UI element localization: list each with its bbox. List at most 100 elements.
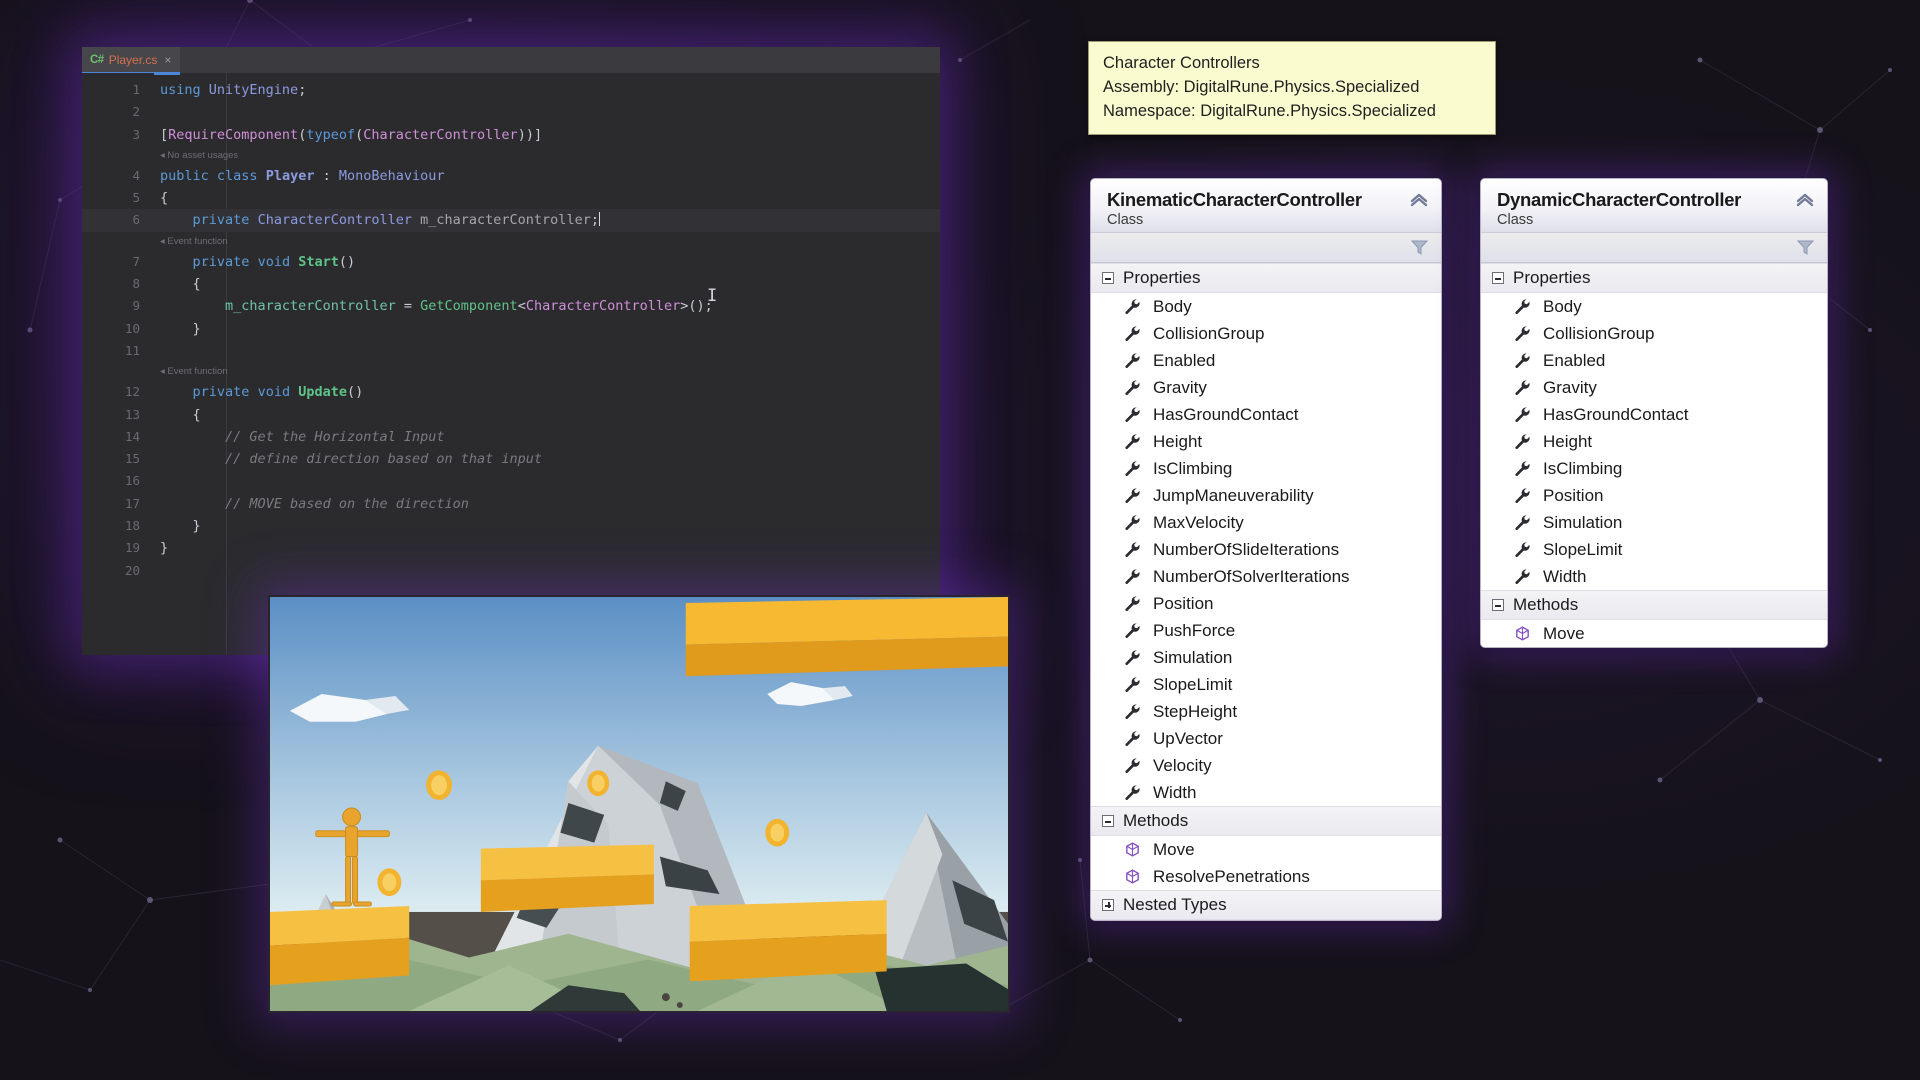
code-text: m_characterController = GetComponent<Cha… (225, 298, 713, 315)
filter-funnel-icon[interactable] (1796, 238, 1815, 262)
code-line: 7... private void Start() (82, 251, 940, 273)
list-item[interactable]: NumberOfSolverIterations (1091, 563, 1441, 590)
list-item[interactable]: SlopeLimit (1481, 536, 1827, 563)
member-label: UpVector (1153, 729, 1223, 748)
wrench-icon (1125, 785, 1140, 800)
list-item[interactable]: UpVector (1091, 725, 1441, 752)
panel-group-nested-types[interactable]: Nested Types (1091, 890, 1441, 920)
list-item[interactable]: Gravity (1481, 374, 1827, 401)
line-number: 19 (124, 540, 140, 556)
expand-icon[interactable] (1102, 899, 1114, 911)
list-item[interactable]: Move (1091, 836, 1441, 863)
collapse-icon[interactable] (1492, 599, 1504, 611)
wrench-icon (1515, 569, 1530, 584)
annotation-label: ◂ Event function (160, 235, 228, 247)
tooltip-line-namespace: Namespace: DigitalRune.Physics.Specializ… (1103, 102, 1436, 120)
list-item[interactable]: ResolvePenetrations (1091, 863, 1441, 890)
line-number: 2 (132, 104, 140, 120)
list-item[interactable]: Position (1481, 482, 1827, 509)
line-number: 7 (132, 253, 140, 269)
panel-group-properties[interactable]: Properties (1091, 263, 1441, 293)
wrench-icon (1125, 542, 1140, 557)
wrench-icon (1515, 488, 1530, 503)
unity-game-viewport[interactable] (268, 595, 1010, 1013)
member-label: Simulation (1543, 513, 1623, 532)
list-item[interactable]: Body (1481, 293, 1827, 320)
list-item[interactable]: Enabled (1481, 347, 1827, 374)
panel-toolbar (1481, 233, 1827, 263)
list-item[interactable]: IsClimbing (1091, 455, 1441, 482)
list-item[interactable]: HasGroundContact (1091, 401, 1441, 428)
list-item[interactable]: Velocity (1091, 752, 1441, 779)
editor-body[interactable]: 1 using UnityEngine; 2 3 [RequireComponent(t… (82, 73, 940, 655)
class-panel-dynamiccharactercontroller[interactable]: DynamicCharacterController Class Propertie… (1480, 178, 1828, 648)
list-item[interactable]: SlopeLimit (1091, 671, 1441, 698)
member-list: Move (1481, 620, 1827, 647)
member-label: Gravity (1153, 378, 1207, 397)
code-lines: 1 using UnityEngine; 2 3 [RequireComponent(t… (82, 79, 940, 582)
code-line: 1 using UnityEngine; (82, 79, 940, 101)
class-panel-kinematiccharactercontroller[interactable]: KinematicCharacterController Class Propert… (1090, 178, 1442, 921)
list-item[interactable]: IsClimbing (1481, 455, 1827, 482)
code-editor-window: C# Player.cs × 1 using UnityEngine; 2 3 [Req… (82, 47, 940, 655)
wrench-icon (1125, 434, 1140, 449)
code-line: 4 public class Player : MonoBehaviour (82, 165, 940, 187)
wrench-icon (1125, 650, 1140, 665)
code-text: { (192, 276, 201, 293)
member-label: Enabled (1543, 351, 1606, 370)
editor-tab-player-cs[interactable]: C# Player.cs × (82, 47, 181, 75)
chevron-up-icon[interactable] (1409, 190, 1429, 212)
list-item[interactable]: NumberOfSlideIterations (1091, 536, 1441, 563)
panel-group-methods[interactable]: Methods (1481, 590, 1827, 620)
member-label: Position (1153, 594, 1214, 613)
annotation-label: ◂ No asset usages (160, 149, 239, 161)
member-label: Move (1153, 840, 1195, 859)
coin (377, 868, 402, 897)
list-item[interactable]: MaxVelocity (1091, 509, 1441, 536)
line-number: 15 (124, 451, 140, 467)
code-text: private void Start() (192, 253, 356, 270)
panel-group-methods[interactable]: Methods (1091, 806, 1441, 836)
panel-group-properties[interactable]: Properties (1481, 263, 1827, 293)
list-item[interactable]: Position (1091, 590, 1441, 617)
list-item[interactable]: Simulation (1481, 509, 1827, 536)
list-item[interactable]: CollisionGroup (1481, 320, 1827, 347)
code-line: 11 (82, 340, 940, 362)
wrench-icon (1125, 380, 1140, 395)
list-item[interactable]: PushForce (1091, 617, 1441, 644)
list-item[interactable]: JumpManeuverability (1091, 482, 1441, 509)
member-label: StepHeight (1153, 702, 1238, 721)
line-number: 4 (132, 167, 140, 183)
list-item[interactable]: Width (1091, 779, 1441, 806)
wrench-icon (1515, 326, 1530, 341)
list-item[interactable]: Width (1481, 563, 1827, 590)
list-item[interactable]: Simulation (1091, 644, 1441, 671)
game-scene (270, 597, 1008, 1011)
code-line: 15 // define direction based on that inp… (82, 448, 940, 470)
tooltip-line-title: Character Controllers (1103, 54, 1260, 72)
close-icon[interactable]: × (164, 53, 171, 67)
member-label: Gravity (1543, 378, 1597, 397)
list-item[interactable]: Height (1481, 428, 1827, 455)
collapse-icon[interactable] (1102, 272, 1114, 284)
member-label: JumpManeuverability (1153, 486, 1314, 505)
code-text: { (192, 406, 201, 423)
chevron-up-icon[interactable] (1795, 190, 1815, 212)
code-line: 18 } (82, 515, 940, 537)
collapse-icon[interactable] (1102, 815, 1114, 827)
list-item[interactable]: Gravity (1091, 374, 1441, 401)
list-item[interactable]: Move (1481, 620, 1827, 647)
list-item[interactable]: Body (1091, 293, 1441, 320)
filter-funnel-icon[interactable] (1410, 238, 1429, 262)
group-label: Properties (1123, 268, 1201, 287)
collapse-icon[interactable] (1492, 272, 1504, 284)
list-item[interactable]: Enabled (1091, 347, 1441, 374)
list-item[interactable]: HasGroundContact (1481, 401, 1827, 428)
member-label: Height (1153, 432, 1203, 451)
list-item[interactable]: Height (1091, 428, 1441, 455)
list-item[interactable]: CollisionGroup (1091, 320, 1441, 347)
annotation-label: ◂ Event function (160, 366, 228, 378)
list-item[interactable]: StepHeight (1091, 698, 1441, 725)
class-info-tooltip: Character Controllers Assembly: DigitalR… (1088, 41, 1496, 135)
code-line: 19} (82, 537, 940, 559)
